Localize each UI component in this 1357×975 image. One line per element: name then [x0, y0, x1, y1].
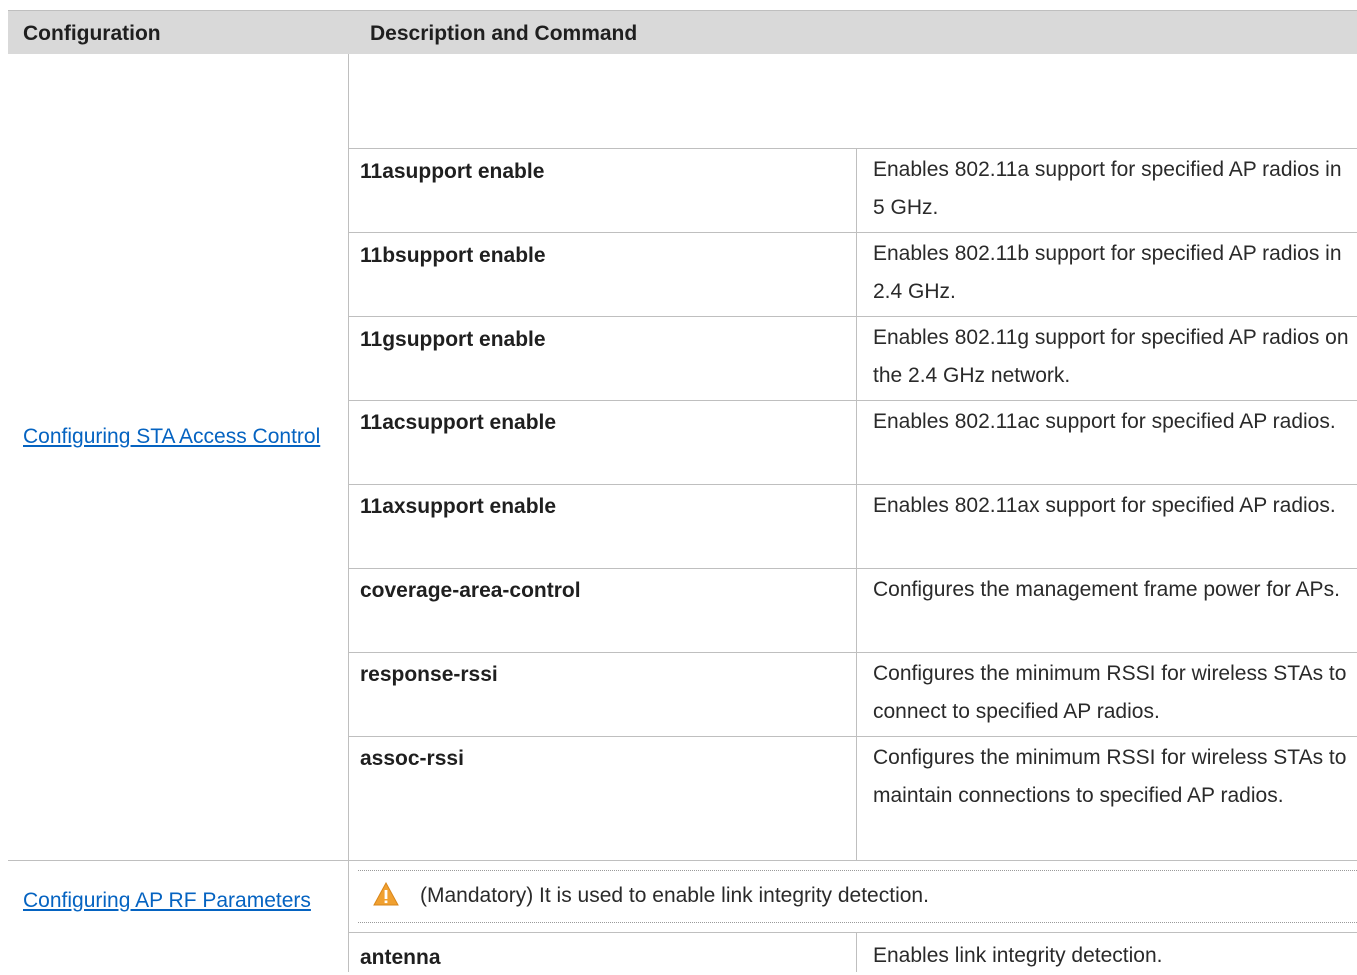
description-11gsupport: Enables 802.11g support for specified AP… [873, 326, 1349, 387]
command-11bsupport: 11bsupport enable [360, 244, 546, 267]
description-response-rssi: Configures the minimum RSSI for wireless… [873, 662, 1347, 723]
header-description: Description and Command [370, 22, 638, 45]
command-assoc-rssi: assoc-rssi [360, 747, 464, 770]
command-11acsupport: 11acsupport enable [360, 411, 557, 434]
column-divider [348, 54, 349, 972]
warning-note: (Mandatory) It is used to enable link in… [358, 871, 1357, 923]
command-11asupport: 11asupport enable [360, 160, 545, 183]
command-response-rssi: response-rssi [360, 663, 498, 686]
section-divider [8, 860, 1357, 861]
header-configuration: Configuration [23, 22, 161, 45]
subcolumn-divider [856, 148, 857, 861]
description-antenna: Enables link integrity detection. [873, 944, 1163, 967]
description-11acsupport: Enables 802.11ac support for specified A… [873, 410, 1336, 433]
subcolumn-divider [856, 932, 857, 972]
command-antenna: antenna [360, 946, 441, 969]
table-header: Configuration Description and Command [8, 10, 1357, 54]
description-11asupport: Enables 802.11a support for specified AP… [873, 158, 1342, 219]
link-configuring-ap-rf-parameters[interactable]: Configuring AP RF Parameters [23, 880, 323, 921]
description-assoc-rssi: Configures the minimum RSSI for wireless… [873, 746, 1347, 807]
command-11gsupport: 11gsupport enable [360, 328, 546, 351]
warning-icon [373, 882, 399, 906]
description-11bsupport: Enables 802.11b support for specified AP… [873, 242, 1342, 303]
command-coverage-area-control: coverage-area-control [360, 579, 581, 602]
description-coverage-area-control: Configures the management frame power fo… [873, 578, 1340, 601]
command-11axsupport: 11axsupport enable [360, 495, 557, 518]
link-configuring-sta-access-control[interactable]: Configuring STA Access Control [23, 416, 323, 457]
warning-text: (Mandatory) It is used to enable link in… [420, 884, 929, 907]
description-11axsupport: Enables 802.11ax support for specified A… [873, 494, 1336, 517]
